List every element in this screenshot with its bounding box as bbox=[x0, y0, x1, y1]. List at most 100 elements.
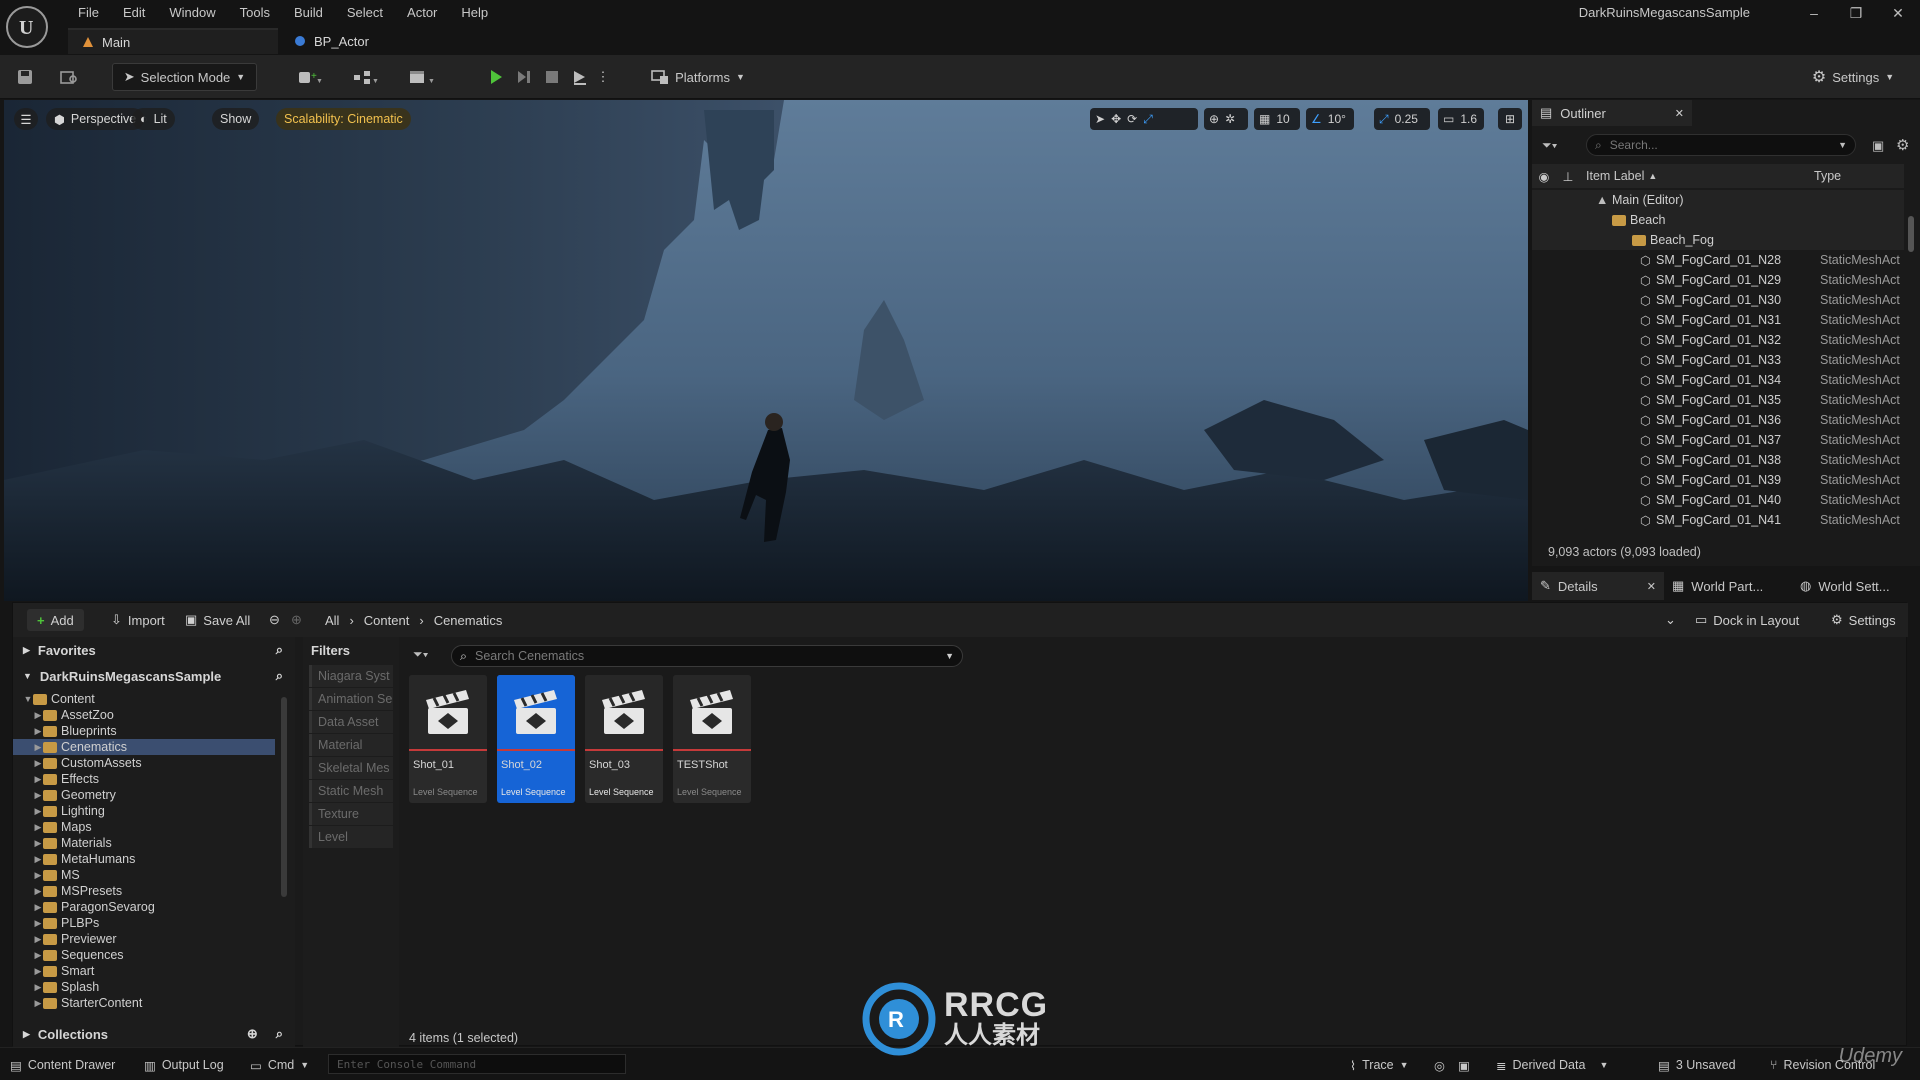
search-icon[interactable]: ⌕ bbox=[276, 668, 283, 684]
move-tool-icon[interactable]: ✥ bbox=[1111, 112, 1121, 126]
column-item-label[interactable]: Item Label bbox=[1586, 169, 1644, 183]
chevron-right-icon[interactable]: ▶ bbox=[33, 838, 43, 849]
chevron-right-icon[interactable]: ▶ bbox=[33, 918, 43, 929]
save-all-button[interactable]: ▣ Save All bbox=[179, 609, 256, 631]
history-back-icon[interactable]: ⊖ bbox=[263, 609, 286, 631]
folder-mspresets[interactable]: ▶ MSPresets bbox=[13, 883, 275, 899]
folder-materials[interactable]: ▶ Materials bbox=[13, 835, 275, 851]
show-button[interactable]: Show bbox=[212, 108, 260, 130]
folder-content[interactable]: ▼ Content bbox=[13, 691, 275, 707]
chevron-right-icon[interactable]: ▶ bbox=[33, 790, 43, 801]
breadcrumb-cenematics[interactable]: Cenematics bbox=[434, 613, 503, 628]
folder-cenematics[interactable]: ▶ Cenematics bbox=[13, 739, 275, 755]
search-icon[interactable]: ⌕ bbox=[276, 1026, 283, 1042]
content-drawer-button[interactable]: ▤ Content Drawer bbox=[10, 1056, 115, 1074]
chevron-right-icon[interactable]: ▶ bbox=[33, 710, 43, 721]
browse-icon[interactable] bbox=[56, 63, 82, 91]
outliner-scrollbar[interactable] bbox=[1908, 216, 1914, 252]
outliner-row[interactable]: ⬡ SM_FogCard_01_N41 StaticMeshAct bbox=[1532, 510, 1904, 530]
grid-snap[interactable]: ▦ 10 bbox=[1254, 108, 1300, 130]
add-actor-icon[interactable]: + ▼ bbox=[290, 63, 330, 91]
outliner-row[interactable]: ⬡ SM_FogCard_01_N29 StaticMeshAct bbox=[1532, 270, 1904, 290]
globe-icon[interactable]: ⊕ bbox=[1209, 112, 1219, 126]
outliner-row-main[interactable]: ▲ Main (Editor) bbox=[1532, 190, 1904, 210]
folder-startercontent[interactable]: ▶ StarterContent bbox=[13, 995, 275, 1011]
folder-ms[interactable]: ▶ MS bbox=[13, 867, 275, 883]
gear-icon[interactable]: ⚙ bbox=[1896, 136, 1909, 154]
chevron-right-icon[interactable]: ▶ bbox=[33, 870, 43, 881]
outliner-search-input[interactable]: ⌕ Search... ▼ bbox=[1586, 134, 1856, 156]
advance-frame-icon[interactable] bbox=[512, 63, 536, 91]
outliner-row[interactable]: ⬡ SM_FogCard_01_N38 StaticMeshAct bbox=[1532, 450, 1904, 470]
outliner-row[interactable]: ⬡ SM_FogCard_01_N28 StaticMeshAct bbox=[1532, 250, 1904, 270]
chevron-right-icon[interactable]: ▶ bbox=[33, 854, 43, 865]
output-log-button[interactable]: ▥ Output Log bbox=[144, 1056, 224, 1074]
chevron-right-icon[interactable]: ▶ bbox=[33, 902, 43, 913]
filter-chip[interactable]: Skeletal Mes bbox=[309, 757, 393, 779]
cb-settings-button[interactable]: ⚙ Settings bbox=[1825, 609, 1902, 631]
folder-paragonsevarog[interactable]: ▶ ParagonSevarog bbox=[13, 899, 275, 915]
outliner-row[interactable]: ⬡ SM_FogCard_01_N37 StaticMeshAct bbox=[1532, 430, 1904, 450]
search-icon[interactable]: ⌕ bbox=[276, 642, 283, 658]
chevron-right-icon[interactable]: ▶ bbox=[33, 822, 43, 833]
folder-effects[interactable]: ▶ Effects bbox=[13, 771, 275, 787]
visibility-icon[interactable]: ◉ bbox=[1532, 169, 1556, 184]
restore-icon[interactable]: ❐ bbox=[1840, 2, 1872, 24]
settings-dropdown[interactable]: ⚙ Settings ▼ bbox=[1808, 63, 1898, 91]
unreal-logo-icon[interactable]: U bbox=[6, 6, 48, 48]
menu-edit[interactable]: Edit bbox=[111, 3, 157, 23]
outliner-row[interactable]: ⬡ SM_FogCard_01_N30 StaticMeshAct bbox=[1532, 290, 1904, 310]
folder-smart[interactable]: ▶ Smart bbox=[13, 963, 275, 979]
filter-chip[interactable]: Static Mesh bbox=[309, 780, 393, 802]
folder-plbps[interactable]: ▶ PLBPs bbox=[13, 915, 275, 931]
chevron-right-icon[interactable]: ▶ bbox=[33, 742, 43, 753]
chevron-down-icon[interactable]: ▼ bbox=[23, 694, 33, 704]
outliner-row-beach[interactable]: Beach bbox=[1532, 210, 1904, 230]
column-type[interactable]: Type bbox=[1814, 169, 1841, 183]
cmd-dropdown[interactable]: ▭ Cmd ▼ bbox=[250, 1056, 309, 1074]
scale-snap[interactable]: ⤢ 0.25 bbox=[1374, 108, 1430, 130]
import-button[interactable]: ⇩ Import bbox=[105, 609, 171, 631]
folder-geometry[interactable]: ▶ Geometry bbox=[13, 787, 275, 803]
derived-data-dropdown[interactable]: ≣ Derived Data ▼ bbox=[1496, 1056, 1608, 1074]
play-icon[interactable] bbox=[484, 63, 508, 91]
filter-icon[interactable]: ⏷▾ bbox=[1542, 138, 1557, 153]
asset-tile[interactable]: Shot_01 Level Sequence bbox=[409, 675, 487, 803]
folder-sequences[interactable]: ▶ Sequences bbox=[13, 947, 275, 963]
filter-chip[interactable]: Data Asset bbox=[309, 711, 393, 733]
chevron-right-icon[interactable]: ▶ bbox=[33, 998, 43, 1009]
folder-previewer[interactable]: ▶ Previewer bbox=[13, 931, 275, 947]
chevron-right-icon[interactable]: ▶ bbox=[33, 982, 43, 993]
minimize-icon[interactable]: – bbox=[1798, 2, 1830, 24]
breadcrumb-content[interactable]: Content bbox=[364, 613, 410, 628]
menu-file[interactable]: File bbox=[66, 3, 111, 23]
filter-chip[interactable]: Texture bbox=[309, 803, 393, 825]
outliner-tab[interactable]: ▤ Outliner ✕ bbox=[1532, 100, 1692, 126]
chevron-right-icon[interactable]: ▶ bbox=[33, 934, 43, 945]
play-options-icon[interactable]: ⋮ bbox=[596, 63, 610, 91]
favorites-section[interactable]: ▶ Favorites ⌕ bbox=[13, 637, 295, 663]
asset-tile[interactable]: Shot_03 Level Sequence bbox=[585, 675, 663, 803]
camera-speed[interactable]: ▭ 1.6 bbox=[1438, 108, 1484, 130]
chevron-right-icon[interactable]: ▶ bbox=[33, 774, 43, 785]
tab-main[interactable]: Main bbox=[68, 28, 278, 54]
unsaved-button[interactable]: ▤ 3 Unsaved bbox=[1658, 1056, 1736, 1074]
menu-help[interactable]: Help bbox=[449, 3, 500, 23]
add-collection-icon[interactable]: ⊕ bbox=[247, 1026, 258, 1042]
filter-chip[interactable]: Niagara Syst bbox=[309, 665, 393, 687]
lit-button[interactable]: ◐ Lit bbox=[132, 108, 175, 130]
platforms-dropdown[interactable]: Platforms ▼ bbox=[648, 63, 748, 91]
outliner-row[interactable]: ⬡ SM_FogCard_01_N39 StaticMeshAct bbox=[1532, 470, 1904, 490]
chevron-right-icon[interactable]: ▶ bbox=[33, 886, 43, 897]
surface-snap-icon[interactable]: ✲ bbox=[1225, 112, 1235, 126]
scale-tool-icon[interactable]: ⤢ bbox=[1143, 112, 1153, 127]
folder-lighting[interactable]: ▶ Lighting bbox=[13, 803, 275, 819]
tab-world-settings[interactable]: ◍ World Sett... bbox=[1792, 572, 1920, 600]
outliner-row-beach-fog[interactable]: Beach_Fog bbox=[1532, 230, 1904, 250]
filter-icon[interactable]: ⏷▾ bbox=[413, 647, 428, 662]
close-icon[interactable]: ✕ bbox=[1647, 580, 1656, 593]
close-icon[interactable]: ✕ bbox=[1675, 107, 1684, 120]
outliner-row[interactable]: ⬡ SM_FogCard_01_N33 StaticMeshAct bbox=[1532, 350, 1904, 370]
blueprint-menu-icon[interactable]: ▼ bbox=[346, 63, 386, 91]
tab-world-partition[interactable]: ▦ World Part... bbox=[1664, 572, 1792, 600]
